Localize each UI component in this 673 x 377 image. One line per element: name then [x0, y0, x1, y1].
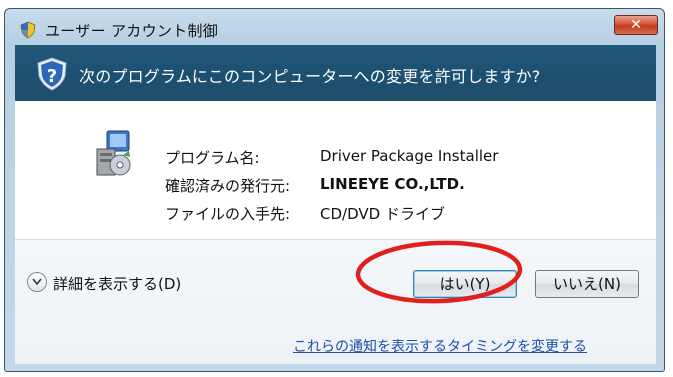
yes-button[interactable]: はい(Y) [413, 270, 517, 298]
chevron-down-icon[interactable] [27, 272, 47, 292]
svg-text:?: ? [47, 66, 57, 87]
uac-shield-icon [20, 21, 36, 39]
prompt-header: ? 次のプログラムにこのコンピューターへの変更を許可しますか? [15, 45, 656, 101]
file-origin-value: CD/DVD ドライブ [320, 205, 445, 223]
dialog-footer: 詳細を表示する(D) はい(Y) いいえ(N) これらの通知を表示するタイミング… [15, 240, 656, 364]
file-origin-label: ファイルの入手先: [165, 205, 291, 223]
program-name-row: プログラム名: Driver Package Installer [15, 147, 656, 167]
publisher-value: LINEEYE CO.,LTD. [320, 175, 465, 193]
file-origin-row: ファイルの入手先: CD/DVD ドライブ [15, 203, 656, 223]
prompt-question: 次のプログラムにこのコンピューターへの変更を許可しますか? [79, 67, 541, 86]
publisher-row: 確認済みの発行元: LINEEYE CO.,LTD. [15, 175, 656, 195]
publisher-label: 確認済みの発行元: [165, 177, 291, 195]
window-title: ユーザー アカウント制御 [45, 22, 219, 40]
no-button[interactable]: いいえ(N) [535, 270, 639, 298]
title-bar: ユーザー アカウント制御 ✕ [5, 9, 664, 45]
close-button[interactable]: ✕ [614, 15, 658, 35]
change-notification-link[interactable]: これらの通知を表示するタイミングを変更する [293, 336, 587, 356]
close-icon: ✕ [630, 17, 642, 33]
show-details-label: 詳細を表示する(D) [53, 275, 182, 293]
program-name-value: Driver Package Installer [320, 147, 499, 165]
program-info-panel: プログラム名: Driver Package Installer 確認済みの発行… [15, 101, 656, 240]
program-name-label: プログラム名: [165, 149, 260, 167]
question-shield-icon: ? [37, 57, 67, 91]
uac-dialog: ユーザー アカウント制御 ✕ ? 次のプログラムにこのコンピューターへの変更を許… [4, 8, 665, 372]
